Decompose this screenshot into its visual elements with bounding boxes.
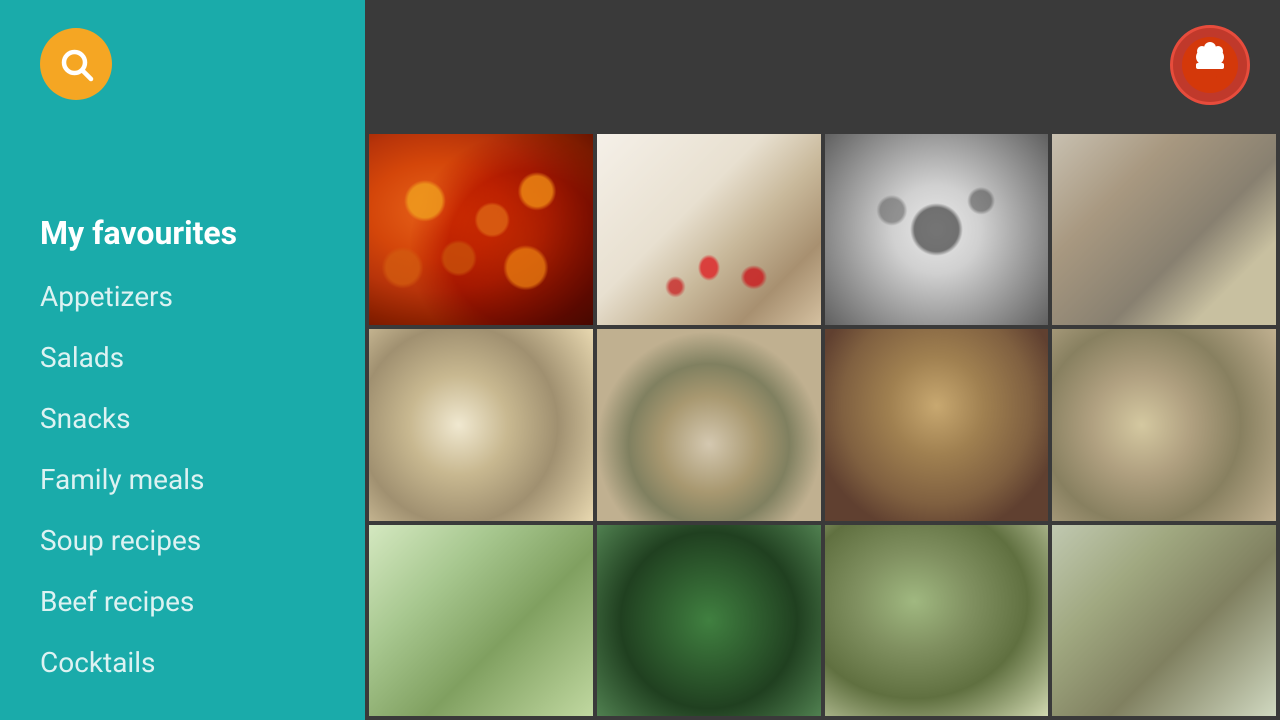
sidebar-item-family-meals[interactable]: Family meals — [40, 449, 365, 510]
food-image-9[interactable] — [369, 525, 593, 716]
food-image-6[interactable] — [597, 329, 821, 520]
food-image-5[interactable] — [369, 329, 593, 520]
sidebar-item-salads[interactable]: Salads — [40, 327, 365, 388]
food-grid — [365, 130, 1280, 720]
nav-menu: My favouritesAppetizersSaladsSnacksFamil… — [0, 200, 365, 693]
sidebar-item-my-favourites[interactable]: My favourites — [40, 200, 365, 266]
food-image-12[interactable] — [1052, 525, 1276, 716]
food-image-8[interactable] — [1052, 329, 1276, 520]
sidebar-item-snacks[interactable]: Snacks — [40, 388, 365, 449]
food-image-11[interactable] — [825, 525, 1049, 716]
food-image-4[interactable] — [1052, 134, 1276, 325]
food-image-7[interactable] — [825, 329, 1049, 520]
search-button[interactable] — [40, 28, 112, 100]
food-image-1[interactable] — [369, 134, 593, 325]
food-image-2[interactable] — [597, 134, 821, 325]
sidebar-item-beef-recipes[interactable]: Beef recipes — [40, 571, 365, 632]
sidebar-item-appetizers[interactable]: Appetizers — [40, 266, 365, 327]
food-image-3[interactable] — [825, 134, 1049, 325]
main-content — [365, 0, 1280, 720]
logo-button[interactable] — [1170, 25, 1250, 105]
sidebar-item-soup-recipes[interactable]: Soup recipes — [40, 510, 365, 571]
top-bar — [365, 0, 1280, 130]
food-image-10[interactable] — [597, 525, 821, 716]
sidebar-item-cocktails[interactable]: Cocktails — [40, 632, 365, 693]
sidebar: My favouritesAppetizersSaladsSnacksFamil… — [0, 0, 365, 720]
